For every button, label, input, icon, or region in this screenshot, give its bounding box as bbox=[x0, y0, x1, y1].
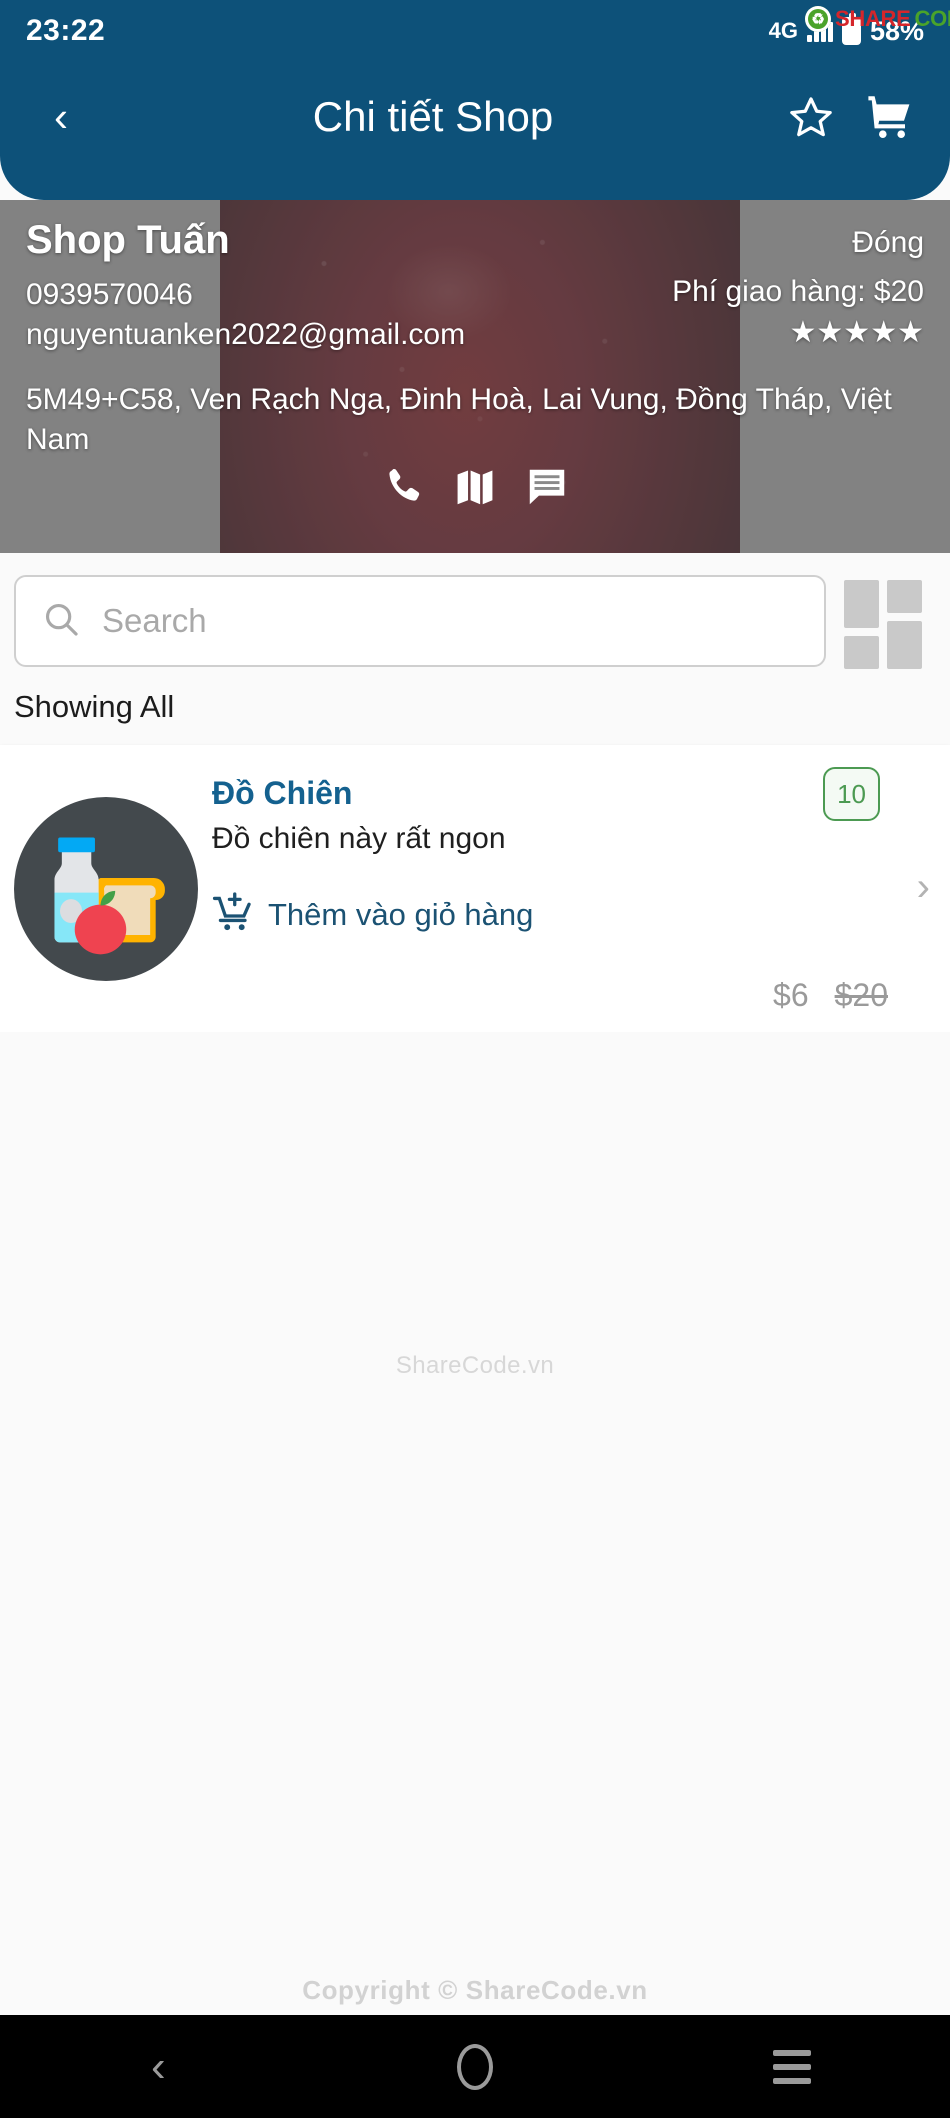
grid-cell-2 bbox=[887, 580, 922, 613]
shop-phone: 0939570046 bbox=[26, 278, 193, 311]
nav-recents-button[interactable] bbox=[633, 2049, 950, 2084]
shop-banner: Shop Tuấn Đóng 0939570046 nguyentuanken2… bbox=[0, 200, 950, 553]
shop-action-icons bbox=[26, 465, 924, 509]
nav-home-icon bbox=[457, 2043, 493, 2090]
price-row: $6 $20 bbox=[773, 977, 888, 1014]
page-watermark: ShareCode.vn bbox=[395, 1352, 555, 1379]
add-to-cart-label: Thêm vào giỏ hàng bbox=[268, 896, 534, 932]
chevron-right-icon[interactable]: › bbox=[917, 865, 930, 910]
sharecode-logo-code: CODE bbox=[914, 6, 950, 31]
network-type-label: 4G bbox=[768, 18, 798, 43]
cart-plus-icon bbox=[212, 890, 256, 939]
product-list: Đồ Chiên Đồ chiên này rất ngon Thêm vào … bbox=[0, 745, 950, 1032]
showing-filter-label: Showing All bbox=[14, 689, 175, 724]
status-time: 23:22 bbox=[26, 14, 106, 47]
shop-email: nguyentuanken2022@gmail.com bbox=[26, 317, 466, 351]
shop-delivery-fee: Phí giao hàng: $20 bbox=[672, 275, 924, 308]
product-description: Đồ chiên này rất ngon bbox=[212, 822, 506, 855]
sharecode-watermark-logo: ♻ SHARECODE.vn bbox=[805, 6, 950, 32]
grid-cell-4 bbox=[887, 621, 922, 669]
grid-cell-3 bbox=[844, 636, 879, 669]
header-actions bbox=[788, 93, 916, 141]
grocery-icon bbox=[54, 837, 165, 955]
call-icon[interactable] bbox=[381, 465, 425, 509]
favorite-star-icon[interactable] bbox=[788, 94, 834, 140]
nav-back-button[interactable]: ‹ bbox=[0, 2042, 317, 2092]
product-price: $6 bbox=[773, 977, 809, 1013]
stock-badge: 10 bbox=[823, 767, 880, 821]
android-nav-bar: ‹ bbox=[0, 2015, 950, 2118]
product-old-price: $20 bbox=[834, 977, 888, 1013]
search-icon bbox=[42, 600, 80, 643]
shop-info: Shop Tuấn Đóng 0939570046 nguyentuanken2… bbox=[0, 200, 950, 553]
product-info: Đồ Chiên Đồ chiên này rất ngon Thêm vào … bbox=[198, 745, 950, 1032]
list-item[interactable]: Đồ Chiên Đồ chiên này rất ngon Thêm vào … bbox=[0, 745, 950, 1032]
app-screen: 23:22 4G 58% ‹ Chi tiết Shop ♻ SHARE CO … bbox=[0, 0, 950, 2118]
footer-copyright: Copyright © ShareCode.vn bbox=[302, 1975, 648, 2005]
cart-icon[interactable] bbox=[864, 93, 916, 141]
grid-cell-1 bbox=[844, 580, 879, 628]
title-bar: ‹ Chi tiết Shop bbox=[0, 62, 950, 172]
product-thumbnail bbox=[14, 797, 198, 981]
shop-name: Shop Tuấn bbox=[26, 218, 230, 262]
nav-home-button[interactable] bbox=[317, 2043, 634, 2090]
shop-rating-stars: ★★★★★ bbox=[789, 316, 924, 349]
map-icon[interactable] bbox=[453, 465, 497, 509]
page-title: Chi tiết Shop bbox=[312, 93, 554, 140]
chat-icon[interactable] bbox=[525, 465, 569, 509]
search-box[interactable] bbox=[14, 575, 826, 667]
shop-meta-block: Phí giao hàng: $20 ★★★★★ bbox=[672, 275, 924, 350]
shop-status-badge: Đóng bbox=[852, 226, 924, 259]
sharecode-logo-share: SHARE bbox=[835, 6, 911, 31]
sharecode-logo-mark: ♻ bbox=[805, 6, 831, 32]
search-input[interactable] bbox=[102, 602, 798, 640]
add-to-cart-button[interactable]: Thêm vào giỏ hàng bbox=[212, 890, 950, 939]
grid-view-icon[interactable] bbox=[844, 580, 922, 669]
shop-address: 5M49+C58, Ven Rạch Nga, Đinh Hoà, Lai Vu… bbox=[26, 383, 892, 456]
nav-back-icon: ‹ bbox=[151, 2041, 166, 2091]
search-row bbox=[0, 553, 950, 689]
nav-recents-icon bbox=[772, 2049, 811, 2084]
shop-contact-block: 0939570046 nguyentuanken2022@gmail.com bbox=[26, 275, 465, 354]
page-background bbox=[0, 1032, 950, 2015]
